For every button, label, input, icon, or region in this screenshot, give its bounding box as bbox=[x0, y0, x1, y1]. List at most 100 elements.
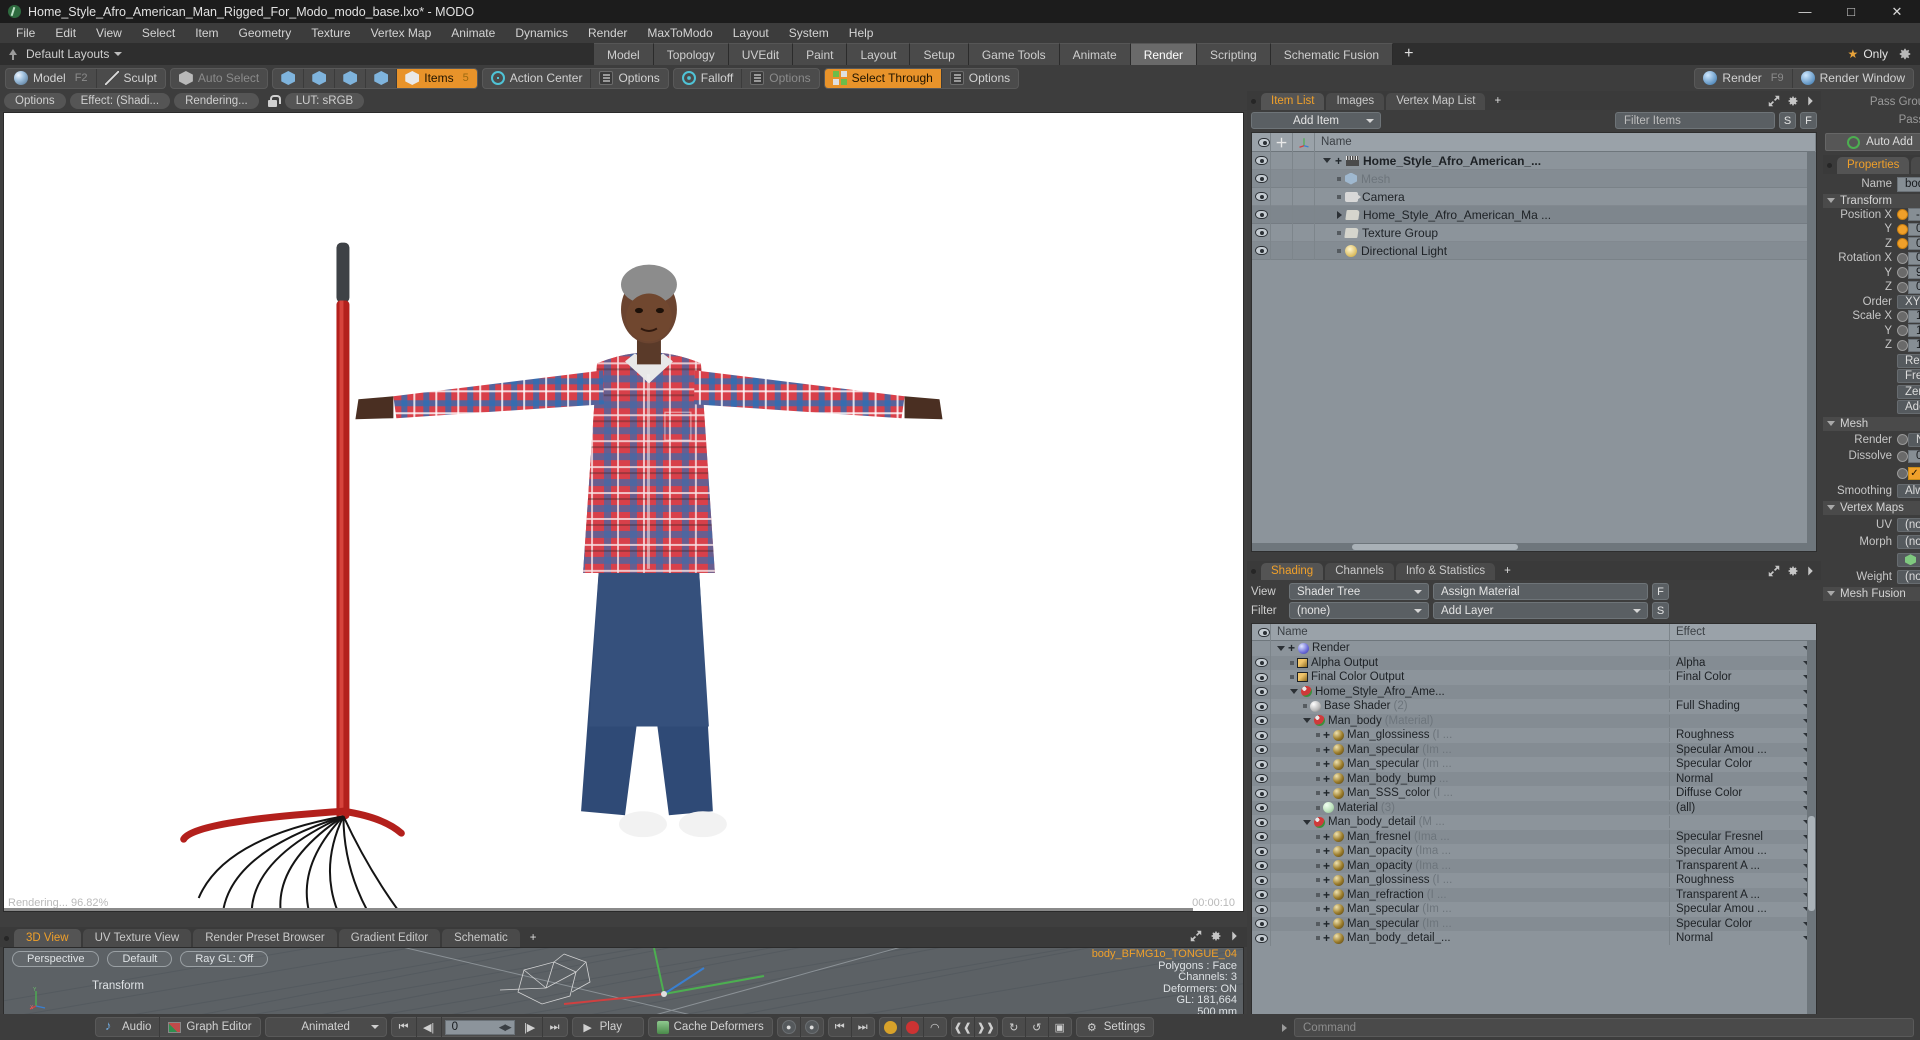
menu-view[interactable]: View bbox=[86, 23, 132, 43]
expander-icon[interactable] bbox=[1290, 689, 1298, 695]
shader-tree-row[interactable]: Home_Style_Afro_Ame... bbox=[1252, 684, 1816, 699]
view3d-tab-3d-view[interactable]: 3D View bbox=[14, 929, 81, 947]
shading-tab-channels[interactable]: Channels bbox=[1325, 563, 1394, 580]
go-to-end-button[interactable]: ⏭ bbox=[543, 1017, 567, 1037]
shader-tree-vscrollbar[interactable] bbox=[1807, 641, 1816, 1021]
item-list-tab-item-list[interactable]: Item List bbox=[1261, 93, 1325, 110]
shader-tree-row[interactable]: Final Color Output Final Color bbox=[1252, 670, 1816, 685]
row-visibility-toggle[interactable] bbox=[1252, 887, 1271, 902]
menu-help[interactable]: Help bbox=[839, 23, 884, 43]
layout-tab-paint[interactable]: Paint bbox=[793, 43, 848, 65]
loop-button[interactable]: ↻ bbox=[1003, 1017, 1026, 1037]
row-visibility-toggle[interactable] bbox=[1252, 241, 1271, 260]
transform-row-knob[interactable] bbox=[1897, 238, 1908, 250]
expander-icon[interactable] bbox=[1277, 645, 1285, 651]
filter-s-button[interactable]: S bbox=[1779, 112, 1796, 129]
transform-action-zero-select[interactable]: Zero bbox=[1897, 384, 1920, 399]
cache-deformers-button[interactable]: Cache Deformers bbox=[649, 1017, 772, 1037]
transform-action-reset-select[interactable]: Reset bbox=[1897, 353, 1920, 368]
tool-options[interactable]: Options bbox=[742, 69, 818, 88]
plus-icon[interactable]: + bbox=[1323, 873, 1330, 887]
uv-select[interactable]: (none) bbox=[1897, 517, 1920, 532]
shading-tab-add-button[interactable]: + bbox=[1497, 563, 1518, 580]
scale-row-field[interactable]: 100.0 %◀▶ bbox=[1908, 309, 1920, 323]
shading-tab-info-statistics[interactable]: Info & Statistics bbox=[1395, 563, 1496, 580]
close-button[interactable]: ✕ bbox=[1874, 0, 1920, 23]
shading-tab-shading[interactable]: Shading bbox=[1261, 563, 1324, 580]
transform-section-header[interactable]: Transform bbox=[1823, 193, 1920, 208]
shader-tree-row[interactable]: Man_body_detail (M ... bbox=[1252, 815, 1816, 830]
row-effect-select[interactable]: Specular Amou ... bbox=[1670, 845, 1816, 857]
bake-button[interactable]: ▣ bbox=[1049, 1017, 1071, 1037]
layout-tab-game-tools[interactable]: Game Tools bbox=[968, 43, 1060, 65]
chevron-right-icon[interactable] bbox=[1806, 565, 1815, 580]
add-item-button[interactable]: Add Item bbox=[1251, 112, 1381, 129]
row-visibility-toggle[interactable] bbox=[1252, 757, 1271, 772]
render-preview-area[interactable]: (Render Camera) Shading: Full bbox=[3, 112, 1244, 912]
render-knob[interactable] bbox=[1897, 434, 1908, 446]
menu-file[interactable]: File bbox=[6, 23, 45, 43]
shader-tree-row[interactable]: + Man_specular (Im ... Specular Amou ... bbox=[1252, 742, 1816, 757]
transform-row-field[interactable]: -0.0191 um◀▶ bbox=[1908, 208, 1920, 222]
row-visibility-toggle[interactable] bbox=[1252, 829, 1271, 844]
layout-tab-scripting[interactable]: Scripting bbox=[1197, 43, 1271, 65]
minimize-button[interactable]: — bbox=[1782, 0, 1828, 23]
shading-s-button[interactable]: S bbox=[1652, 602, 1669, 619]
expander-icon[interactable] bbox=[1303, 819, 1311, 825]
plus-icon[interactable]: + bbox=[1288, 641, 1295, 655]
transform-row-knob[interactable] bbox=[1897, 252, 1908, 264]
layout-tab-animate[interactable]: Animate bbox=[1059, 43, 1131, 65]
auto-key-button[interactable] bbox=[880, 1017, 902, 1037]
assign-material-button[interactable]: Assign Material bbox=[1433, 583, 1648, 600]
next-key-button[interactable]: ⏭ bbox=[852, 1017, 874, 1037]
shader-tree-row[interactable]: + Man_specular (Im ... Specular Color bbox=[1252, 916, 1816, 931]
shading-f-button[interactable]: F bbox=[1652, 583, 1669, 600]
row-lock-cell[interactable] bbox=[1271, 241, 1293, 260]
plus-icon[interactable]: + bbox=[1323, 902, 1330, 916]
item-list-row[interactable]: Home_Style_Afro_American_Ma ... bbox=[1252, 205, 1816, 224]
transform-row-knob[interactable] bbox=[1897, 267, 1908, 279]
dissolve-knob[interactable] bbox=[1897, 450, 1908, 462]
add-view3d-tab-button[interactable]: + bbox=[522, 929, 545, 947]
expander-icon[interactable] bbox=[1337, 210, 1342, 219]
chevron-right-icon[interactable] bbox=[1806, 95, 1815, 110]
tool-sculpt[interactable]: Sculpt bbox=[97, 69, 165, 88]
weight-select[interactable]: (none) bbox=[1897, 570, 1920, 585]
chevron-right-icon[interactable] bbox=[1230, 930, 1239, 945]
menu-select[interactable]: Select bbox=[132, 23, 185, 43]
layout-tab-uvedit[interactable]: UVEdit bbox=[728, 43, 794, 65]
prev-key-button[interactable]: ⏮ bbox=[829, 1017, 852, 1037]
order-select[interactable]: XYZ bbox=[1897, 294, 1920, 309]
item-list-vscrollbar[interactable] bbox=[1807, 152, 1816, 551]
chevron-down-icon[interactable] bbox=[114, 52, 123, 56]
plus-icon[interactable]: + bbox=[1323, 830, 1330, 844]
row-visibility-toggle[interactable] bbox=[1252, 713, 1271, 728]
shader-tree-row[interactable]: + Render bbox=[1252, 641, 1816, 656]
row-effect-select[interactable] bbox=[1670, 689, 1816, 694]
tool-options[interactable]: Options bbox=[591, 69, 667, 88]
tool-select-through[interactable]: Select Through bbox=[824, 68, 942, 88]
preview-tab-effect-shadi[interactable]: Effect: (Shadi... bbox=[69, 93, 171, 109]
item-list-row[interactable]: Texture Group bbox=[1252, 223, 1816, 242]
scale-row-knob[interactable] bbox=[1897, 325, 1908, 337]
morph-select[interactable]: (none) bbox=[1897, 535, 1920, 550]
row-lock-cell[interactable] bbox=[1271, 187, 1293, 206]
shader-tree-row[interactable]: + Man_glossiness (I ... Roughness bbox=[1252, 728, 1816, 743]
menu-maxtomodo[interactable]: MaxToModo bbox=[637, 23, 722, 43]
tool-edge-mode-icon[interactable] bbox=[304, 68, 336, 88]
shader-tree-row[interactable]: + Man_body_bump... Normal bbox=[1252, 771, 1816, 786]
shader-tree[interactable]: Name Effect + Render Alpha Output Alpha Fina… bbox=[1251, 623, 1817, 1030]
row-effect-select[interactable]: Specular Color bbox=[1670, 918, 1816, 930]
expand-icon[interactable] bbox=[1190, 930, 1202, 945]
key-filter-button[interactable]: ◠ bbox=[924, 1017, 946, 1037]
row-visibility-toggle[interactable] bbox=[1252, 771, 1271, 786]
spinner-arrows-icon[interactable]: ◀▶ bbox=[499, 1022, 512, 1033]
item-list-tab-vertex-map-list[interactable]: Vertex Map List bbox=[1386, 93, 1486, 110]
scale-row-field[interactable]: 100.0 %◀▶ bbox=[1908, 324, 1920, 338]
settings-button[interactable]: ⚙ Settings bbox=[1077, 1017, 1154, 1037]
row-effect-select[interactable]: Transparent A ... bbox=[1670, 860, 1816, 872]
lock-icon[interactable] bbox=[263, 93, 281, 109]
item-list-row[interactable]: + Home_Style_Afro_American_... bbox=[1252, 151, 1816, 170]
shader-tree-row[interactable]: + Man_fresneI (Ima ... Specular Fresnel bbox=[1252, 829, 1816, 844]
row-effect-select[interactable]: Specular Amou ... bbox=[1670, 903, 1816, 915]
